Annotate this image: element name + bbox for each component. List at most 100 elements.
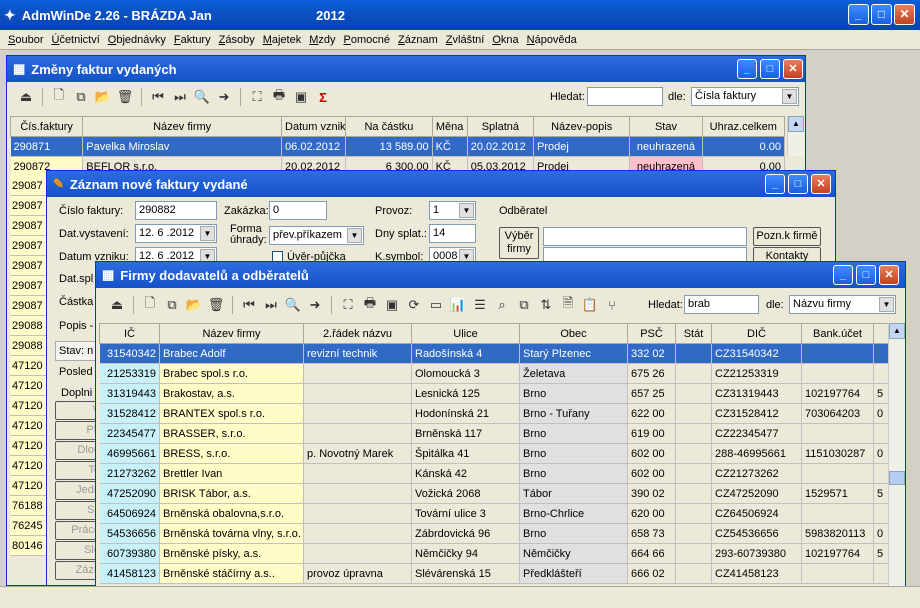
column-header[interactable]: PSČ <box>627 323 676 344</box>
menu-item-0[interactable]: Soubor <box>8 34 43 46</box>
search-icon[interactable]: 🔍 <box>284 296 302 314</box>
column-header[interactable]: Stav <box>629 116 703 137</box>
exit-icon[interactable]: ⏏ <box>108 296 126 314</box>
search-by-select[interactable]: Názvu firmy ▼ <box>789 295 896 314</box>
maximize-button[interactable]: □ <box>856 265 876 285</box>
delete-icon[interactable]: 🗑 <box>207 296 225 314</box>
chart-icon[interactable]: 📊 <box>449 296 467 314</box>
delete-icon[interactable]: 🗑 <box>116 88 134 106</box>
select-icon[interactable]: ⛶ <box>339 296 357 314</box>
clipboard-icon[interactable]: 📋 <box>581 296 599 314</box>
search-input[interactable] <box>587 87 663 106</box>
column-header[interactable]: 2.řádek názvu <box>303 323 412 344</box>
column-header[interactable]: Název firmy <box>82 116 283 137</box>
table-row[interactable]: 60739380 Brněnské písky, a.s. Němčičky 94 N… <box>99 543 890 564</box>
table-row[interactable]: 22345477 BRASSER, s.r.o. Brněnská 117 Brno 6… <box>99 423 890 444</box>
tree-icon[interactable]: ⑂ <box>603 296 621 314</box>
column-header[interactable]: Uhraz.celkem <box>701 116 786 137</box>
table-row[interactable]: 31540342 Brabec Adolf revizní technik Radoš… <box>99 343 890 364</box>
provoz-select[interactable]: 1 ▼ <box>429 201 476 220</box>
column-header[interactable]: Čís.faktury <box>9 116 84 137</box>
first-icon[interactable]: ⏮ <box>240 296 258 314</box>
column-header[interactable]: Stát <box>675 323 712 344</box>
menu-item-4[interactable]: Zásoby <box>219 34 255 46</box>
invoice-number-cell[interactable]: 29087 <box>10 216 50 236</box>
close-button[interactable]: ✕ <box>811 174 831 194</box>
menu-item-7[interactable]: Pomocné <box>344 34 390 46</box>
table-row[interactable]: 21273262 Brettler Ivan Kánská 42 Brno 602 00… <box>99 463 890 484</box>
copy-icon[interactable]: ⧉ <box>163 296 181 314</box>
menu-item-9[interactable]: Zvláštní <box>446 34 485 46</box>
invoice-number-cell[interactable]: 29087 <box>10 276 50 296</box>
scroll-up-icon[interactable]: ▲ <box>889 323 905 339</box>
invoice-number-cell[interactable]: 29087 <box>10 196 50 216</box>
table-row[interactable]: 41458123 Brněnské stáčírny a.s.. provoz úp… <box>99 563 890 584</box>
sum-icon[interactable]: Σ <box>314 88 332 106</box>
invoice-number-cell[interactable]: 47120 <box>10 476 50 496</box>
table-row[interactable]: 47252090 BRISK Tábor, a.s. Vožická 2068 Táb… <box>99 483 890 504</box>
invoice-number-cell[interactable]: 29087 <box>10 296 50 316</box>
invoice-number-cell[interactable]: 29087 <box>10 256 50 276</box>
invoice-number-cell[interactable]: 80146 <box>10 536 50 556</box>
list-icon[interactable]: ☰ <box>471 296 489 314</box>
binoculars-icon[interactable]: ⌕ <box>493 296 511 314</box>
card-icon[interactable]: ▭ <box>427 296 445 314</box>
menu-item-2[interactable]: Objednávky <box>108 34 166 46</box>
refresh-icon[interactable]: ⟳ <box>405 296 423 314</box>
scrollbar[interactable]: ▲ <box>888 323 905 587</box>
print-icon[interactable]: 🖶 <box>361 295 379 314</box>
new-icon[interactable]: 🗋 <box>141 295 159 314</box>
search-by-select[interactable]: Čísla faktury ▼ <box>691 87 799 106</box>
column-header[interactable]: Název-popis <box>532 116 631 137</box>
menu-item-11[interactable]: Nápověda <box>527 34 577 46</box>
table-row[interactable]: 54536656 Brněnská továrna vlny, s.r.o. Záb… <box>99 523 890 544</box>
invoice-number-cell[interactable]: 47120 <box>10 456 50 476</box>
invoice-number-cell[interactable]: 47120 <box>10 436 50 456</box>
scrollbar[interactable]: ▲ <box>787 116 804 156</box>
invoice-number-cell[interactable]: 29087 <box>10 236 50 256</box>
excel-icon[interactable]: ▣ <box>383 296 401 314</box>
column-header[interactable]: DIČ <box>711 323 802 344</box>
copy-records-icon[interactable]: ⧉ <box>515 296 533 314</box>
new-icon[interactable]: 🗋 <box>50 87 68 106</box>
zakazka-input[interactable]: 0 <box>269 201 327 220</box>
forma-uhrady-select[interactable]: přev.příkazem ▼ <box>269 226 364 245</box>
maximize-button[interactable]: □ <box>871 4 892 25</box>
menu-item-10[interactable]: Okna <box>492 34 518 46</box>
menu-item-6[interactable]: Mzdy <box>309 34 335 46</box>
goto-icon[interactable]: ➜ <box>306 296 324 314</box>
last-icon[interactable]: ⏭ <box>262 296 280 314</box>
invoice-number-cell[interactable]: 47120 <box>10 356 50 376</box>
invoice-number-cell[interactable]: 76245 <box>10 516 50 536</box>
open-icon[interactable]: 📂 <box>185 296 203 314</box>
column-header[interactable]: Datum vzniku <box>281 116 347 137</box>
copy-icon[interactable]: ⧉ <box>72 88 90 106</box>
column-header[interactable]: Na částku <box>345 116 433 137</box>
poznamka-button[interactable]: Pozn.k firmě <box>753 227 821 246</box>
table-row[interactable]: 290871 Pavelka Miroslav 06.02.2012 13 589.0… <box>10 136 786 157</box>
scroll-up-icon[interactable]: ▲ <box>788 116 804 132</box>
dat-vystaveni-input[interactable]: 12. 6 .2012 ▼ <box>135 224 217 243</box>
scroll-thumb[interactable] <box>889 471 905 485</box>
invoice-number-cell[interactable]: 47120 <box>10 396 50 416</box>
odberatel-name-field[interactable] <box>543 227 747 246</box>
maximize-button[interactable]: □ <box>788 174 808 194</box>
exit-icon[interactable]: ⏏ <box>17 88 35 106</box>
dny-splatnosti-input[interactable]: 14 <box>429 224 476 243</box>
column-header[interactable]: Ulice <box>411 323 520 344</box>
last-icon[interactable]: ⏭ <box>171 88 189 106</box>
minimize-button[interactable]: _ <box>848 4 869 25</box>
column-header[interactable]: Bank.účet <box>801 323 874 344</box>
print-icon[interactable]: 🖶 <box>270 87 288 106</box>
cislo-faktury-input[interactable]: 290882 <box>135 201 217 220</box>
table-row[interactable]: 31319443 Brakostav, a.s. Lesnická 125 Brno 6… <box>99 383 890 404</box>
maximize-button[interactable]: □ <box>760 59 780 79</box>
invoice-number-cell[interactable]: 47120 <box>10 376 50 396</box>
minimize-button[interactable]: _ <box>833 265 853 285</box>
minimize-button[interactable]: _ <box>765 174 785 194</box>
menu-item-8[interactable]: Záznam <box>398 34 438 46</box>
invoice-number-cell[interactable]: 29088 <box>10 336 50 356</box>
search-icon[interactable]: 🔍 <box>193 88 211 106</box>
invoice-number-cell[interactable]: 29087 <box>10 176 50 196</box>
vyber-firmy-button[interactable]: Výběr firmy <box>499 227 539 259</box>
